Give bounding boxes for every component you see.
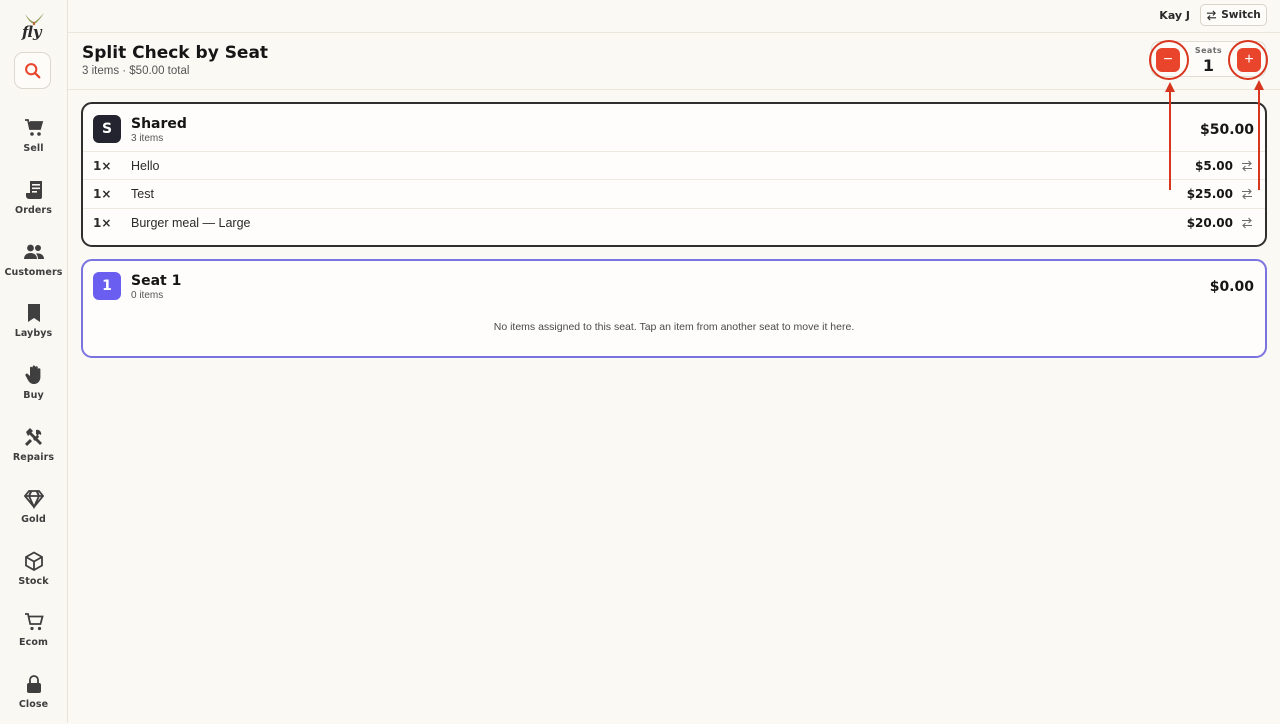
fly-logo: fly	[17, 10, 51, 42]
sidebar-item-repairs[interactable]: Repairs	[0, 427, 67, 477]
user-name: Kay J	[1159, 9, 1190, 22]
sidebar-item-label: Stock	[18, 576, 49, 587]
swap-icon	[1207, 10, 1217, 20]
item-name: Burger meal — Large	[131, 216, 251, 230]
sidebar-item-sell[interactable]: Sell	[0, 118, 67, 168]
move-item-icon[interactable]	[1241, 160, 1253, 172]
list-item[interactable]: 1× Test $25.00	[83, 179, 1265, 208]
list-item[interactable]: 1× Burger meal — Large $20.00	[83, 208, 1265, 237]
search-icon	[25, 63, 41, 79]
item-name: Hello	[131, 159, 160, 173]
seat-name: Seat 1	[131, 273, 182, 289]
box-icon	[24, 551, 43, 571]
sidebar-item-label: Close	[18, 699, 49, 710]
lock-icon	[26, 675, 41, 693]
seat-avatar: 1	[93, 272, 121, 300]
sidebar-item-label: Customers	[4, 267, 63, 278]
sidebar-item-close[interactable]: Close	[0, 674, 67, 724]
users-icon	[23, 244, 44, 259]
plus-icon: +	[1244, 51, 1254, 68]
item-price: $20.00	[1186, 216, 1233, 230]
sidebar-item-orders[interactable]: Orders	[0, 180, 67, 230]
sidebar-item-label: Repairs	[12, 452, 55, 463]
cart-icon	[24, 119, 43, 136]
sidebar-item-customers[interactable]: Customers	[0, 242, 67, 292]
shopping-cart-icon	[24, 613, 44, 631]
bookmark-icon	[27, 304, 40, 322]
seats-stepper: − Seats 1 +	[1151, 41, 1266, 77]
page-header: Split Check by Seat 3 items · $50.00 tot…	[68, 33, 1280, 90]
sidebar-item-stock[interactable]: Stock	[0, 551, 67, 601]
add-seat-button[interactable]: +	[1237, 48, 1261, 72]
sidebar-item-laybys[interactable]: Laybys	[0, 303, 67, 353]
item-quantity: 1×	[93, 159, 112, 173]
item-quantity: 1×	[93, 216, 112, 230]
move-item-icon[interactable]	[1241, 188, 1253, 200]
switch-user-button[interactable]: Switch	[1200, 4, 1267, 26]
tools-icon	[24, 428, 42, 447]
sidebar-item-label: Gold	[21, 514, 46, 525]
shared-avatar: S	[93, 115, 121, 143]
sidebar-item-gold[interactable]: Gold	[0, 489, 67, 539]
sidebar-item-label: Buy	[23, 390, 44, 401]
sidebar-item-label: Orders	[15, 205, 52, 216]
item-price: $25.00	[1186, 187, 1233, 201]
receipt-icon	[25, 181, 42, 199]
brand-name: fly	[22, 23, 42, 41]
sidebar-item-ecom[interactable]: Ecom	[0, 612, 67, 662]
hand-icon	[24, 365, 40, 384]
diamond-icon	[23, 490, 44, 509]
item-name: Test	[131, 187, 154, 201]
item-quantity: 1×	[93, 187, 112, 201]
sidebar-item-label: Ecom	[19, 637, 48, 648]
move-item-icon[interactable]	[1241, 217, 1253, 229]
sidebar-item-buy[interactable]: Buy	[0, 365, 67, 415]
sidebar: fly Sell Orders Customers Laybys Buy Rep…	[0, 0, 68, 722]
shared-item-count: 3 items	[131, 133, 164, 144]
shared-total: $50.00	[1199, 122, 1254, 138]
seat-total: $0.00	[1209, 279, 1254, 295]
shared-name: Shared	[131, 116, 187, 132]
top-bar: Kay J Switch	[68, 0, 1280, 33]
item-price: $5.00	[1195, 159, 1233, 173]
page-title: Split Check by Seat	[82, 43, 269, 63]
list-item[interactable]: 1× Hello $5.00	[83, 151, 1265, 180]
sidebar-item-label: Sell	[23, 143, 44, 154]
search-button[interactable]	[14, 52, 51, 89]
seat-card[interactable]: 1 Seat 1 0 items $0.00 No items assigned…	[81, 259, 1267, 358]
shared-card: S Shared 3 items $50.00 1× Hello $5.00 1…	[81, 102, 1267, 247]
page-subtitle: 3 items · $50.00 total	[82, 65, 190, 77]
seat-item-count: 0 items	[131, 290, 164, 301]
sidebar-item-label: Laybys	[14, 328, 53, 339]
switch-label: Switch	[1221, 9, 1261, 21]
empty-seat-message: No items assigned to this seat. Tap an i…	[493, 321, 855, 333]
